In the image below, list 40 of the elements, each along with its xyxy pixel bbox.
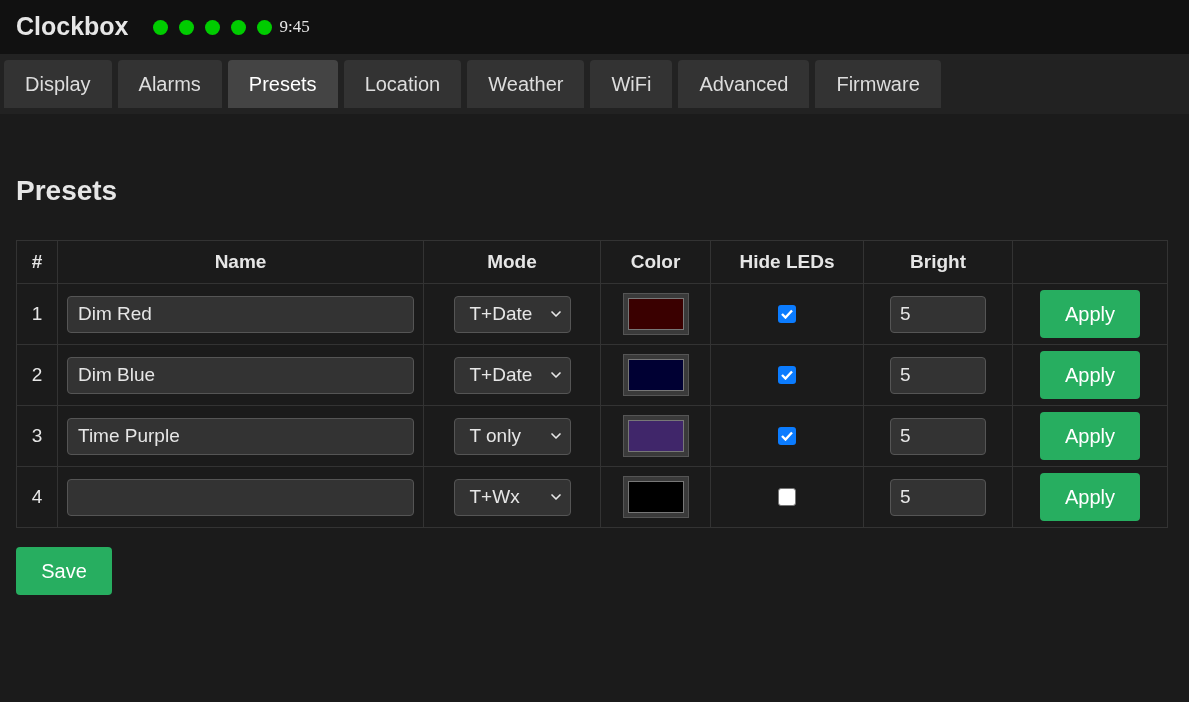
column-header: Bright (863, 240, 1013, 284)
mode-dropdown[interactable]: T+Date (453, 356, 571, 394)
mode-dropdown[interactable]: T only (453, 417, 571, 455)
brightness-field[interactable]: 5 (890, 417, 986, 455)
column-header: Hide LEDs (710, 240, 864, 284)
name-field[interactable]: Time Purple (67, 417, 414, 455)
brightness-field[interactable]: 5 (890, 295, 986, 333)
tab[interactable]: Display (4, 60, 112, 108)
tab[interactable]: Location (343, 60, 462, 108)
section-heading: Presets (16, 174, 119, 208)
column-header: Name (57, 240, 424, 284)
tab[interactable]: Advanced (678, 60, 810, 108)
name-field[interactable]: Dim Blue (67, 356, 414, 394)
row-number: 1 (16, 283, 58, 345)
brightness-field[interactable]: 5 (890, 478, 986, 516)
app-title: Clockbox (16, 11, 129, 43)
tab[interactable]: Weather (467, 60, 585, 108)
name-field[interactable]: Dim Red (67, 295, 414, 333)
name-field[interactable] (67, 478, 414, 516)
brightness-field[interactable]: 5 (890, 356, 986, 394)
column-header: Mode (423, 240, 601, 284)
tab[interactable]: WiFi (590, 60, 673, 108)
clock-time: 9:45 (279, 16, 310, 39)
hide-leds-checkbox[interactable] (778, 305, 796, 323)
tab[interactable]: Presets (227, 60, 338, 108)
column-header: Color (600, 240, 711, 284)
column-header: # (16, 240, 58, 284)
row-number: 2 (16, 344, 58, 406)
tab[interactable]: Firmware (815, 60, 941, 108)
tab[interactable]: Alarms (117, 60, 222, 108)
checkmark-icon (781, 309, 793, 319)
mode-dropdown[interactable]: T+Date (453, 295, 571, 333)
hide-leds-checkbox[interactable] (778, 366, 796, 384)
row-number: 3 (16, 405, 58, 467)
hide-leds-checkbox[interactable] (778, 488, 796, 506)
checkmark-icon (781, 370, 793, 380)
hide-leds-checkbox[interactable] (778, 427, 796, 445)
row-number: 4 (16, 466, 58, 528)
checkmark-icon (781, 431, 793, 441)
mode-dropdown[interactable]: T+Wx (453, 478, 571, 516)
